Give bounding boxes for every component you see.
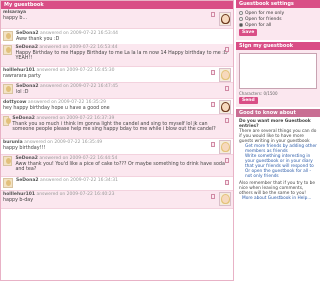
guestbook-entry: SeDona2 answered on 2009-07-22 16:53:44 … <box>1 44 233 67</box>
send-button[interactable]: Send <box>239 97 258 104</box>
entry-text: happy birthday!!! <box>3 146 46 151</box>
entry-author[interactable]: holllehur101 <box>3 68 35 73</box>
entry-text: Aww thank you! You'd like a pice of cake… <box>15 162 225 172</box>
know-item: Write something interesting in your gues… <box>245 154 314 169</box>
entry-author[interactable]: burunla <box>3 140 23 145</box>
guestbook-entry: SeDona2 answered on 2009-07-22 16:47:45 … <box>1 83 233 99</box>
avatar[interactable] <box>219 68 231 82</box>
sidebar: Guestbook settings Open for me only Open… <box>236 0 320 281</box>
entry-text: Thank you so much i think im gonna light… <box>12 122 216 132</box>
entry-author[interactable]: SeDona2 <box>16 178 39 183</box>
delete-icon[interactable] <box>211 142 215 147</box>
know-item: Or open the guestbook for all - not only… <box>245 169 312 179</box>
guestbook-entry: holllehur101 answered on 2009-07-22 16:4… <box>1 67 233 83</box>
entry-date: answered on 2009-07-22 16:35:49 <box>24 140 103 145</box>
know-item: Get more friends by adding other members… <box>245 144 317 154</box>
know-content: Do you want more Guestbook entries? Ther… <box>236 117 320 203</box>
avatar[interactable] <box>219 192 231 206</box>
delete-icon[interactable] <box>225 86 229 91</box>
entry-text: hey happy birthday hope u have a good on… <box>3 106 110 111</box>
reply-block: SeDona2 answered on 2009-07-22 16:53:44 … <box>1 29 233 44</box>
help-link[interactable]: More about Guestbook in Help... <box>239 196 317 201</box>
entry-text: rawrarara party <box>3 74 41 79</box>
delete-icon[interactable] <box>211 194 215 199</box>
option-label: Open for friends <box>245 16 282 22</box>
delete-icon[interactable] <box>211 70 215 75</box>
entry-author[interactable]: SeDona2 <box>16 84 39 89</box>
entry-text: Happy Birthday to me Happy Birthday to m… <box>15 51 228 61</box>
entry-author[interactable]: mlsaraya <box>3 10 26 15</box>
guestbook-entry: SeDona2 answered on 2009-07-22 16:37:39 … <box>1 115 233 139</box>
know-intro: There are several things you can do if y… <box>239 129 317 144</box>
guestbook-entry: dottycow answered on 2009-07-22 16:35:29… <box>1 99 233 115</box>
guestbook-title: My guestbook <box>1 1 233 9</box>
reply-author[interactable]: SeDona2 <box>16 31 39 36</box>
guestbook-entry: mlsaraya happy b... <box>1 9 233 29</box>
guestbook-entry: holllehur101 answered on 2009-07-22 16:4… <box>1 191 233 209</box>
entry-text: happy b-day <box>3 198 34 203</box>
entry-date: answered on 2009-07-22 16:47:45 <box>39 84 118 89</box>
radio-icon[interactable] <box>239 11 243 15</box>
avatar[interactable] <box>219 140 231 154</box>
avatar <box>3 84 13 94</box>
save-button[interactable]: Save <box>239 29 258 36</box>
entry-author[interactable]: holllehur101 <box>3 192 35 197</box>
reply-date: answered on 2009-07-22 16:53:44 <box>39 31 118 36</box>
guestbook-panel: My guestbook mlsaraya happy b... SeDona2… <box>0 0 234 281</box>
delete-icon[interactable] <box>225 47 229 52</box>
option-label: Open for all <box>245 22 272 28</box>
entry-date: answered on 2009-07-22 16:45:30 <box>36 68 115 73</box>
entry-date: answered on 2009-07-22 16:37:39 <box>36 116 115 121</box>
guestbook-entry: SeDona2 answered on 2009-07-22 16:44:54 … <box>1 155 233 177</box>
delete-icon[interactable] <box>211 102 215 107</box>
delete-icon[interactable] <box>225 158 229 163</box>
delete-icon[interactable] <box>211 12 215 17</box>
entry-author[interactable]: SeDona2 <box>15 45 38 50</box>
avatar <box>3 31 13 41</box>
avatar <box>3 156 13 166</box>
reply-text: Aww thank you :D <box>16 37 60 42</box>
entry-date: answered on 2009-07-22 16:40:23 <box>36 192 115 197</box>
know-title: Good to know about <box>236 109 320 117</box>
know-question: Do you want more Guestbook entries? <box>239 119 311 129</box>
entry-text: lol :D <box>16 90 29 95</box>
entry-author[interactable]: dottycow <box>3 100 26 105</box>
sign-title: Sign my guestbook <box>236 42 320 50</box>
guestbook-entry: burunla answered on 2009-07-22 16:35:49 … <box>1 139 233 155</box>
entry-text: happy b... <box>3 16 28 21</box>
delete-icon[interactable] <box>225 118 229 123</box>
radio-icon[interactable] <box>239 23 243 27</box>
avatar[interactable] <box>219 100 231 114</box>
know-outro: Also remember that if you try to be nice… <box>239 181 316 196</box>
radio-icon[interactable] <box>239 17 243 21</box>
avatar <box>3 178 13 188</box>
entry-author[interactable]: SeDona2 <box>15 156 38 161</box>
settings-title: Guestbook settings <box>236 0 320 8</box>
entry-author[interactable]: SeDona2 <box>12 116 35 121</box>
entry-date: answered on 2009-07-22 16:34:31 <box>39 178 118 183</box>
guestbook-entry: SeDona2 answered on 2009-07-22 16:34:31 <box>1 177 233 191</box>
message-textarea[interactable] <box>239 53 317 89</box>
avatar[interactable] <box>219 12 231 26</box>
delete-icon[interactable] <box>225 180 229 185</box>
entry-date: answered on 2009-07-22 16:44:54 <box>39 156 118 161</box>
entry-date: answered on 2009-07-22 16:35:29 <box>27 100 106 105</box>
avatar <box>3 45 13 55</box>
entry-date: answered on 2009-07-22 16:53:44 <box>39 45 118 50</box>
option-label: Open for me only <box>245 10 285 16</box>
avatar <box>3 116 12 126</box>
